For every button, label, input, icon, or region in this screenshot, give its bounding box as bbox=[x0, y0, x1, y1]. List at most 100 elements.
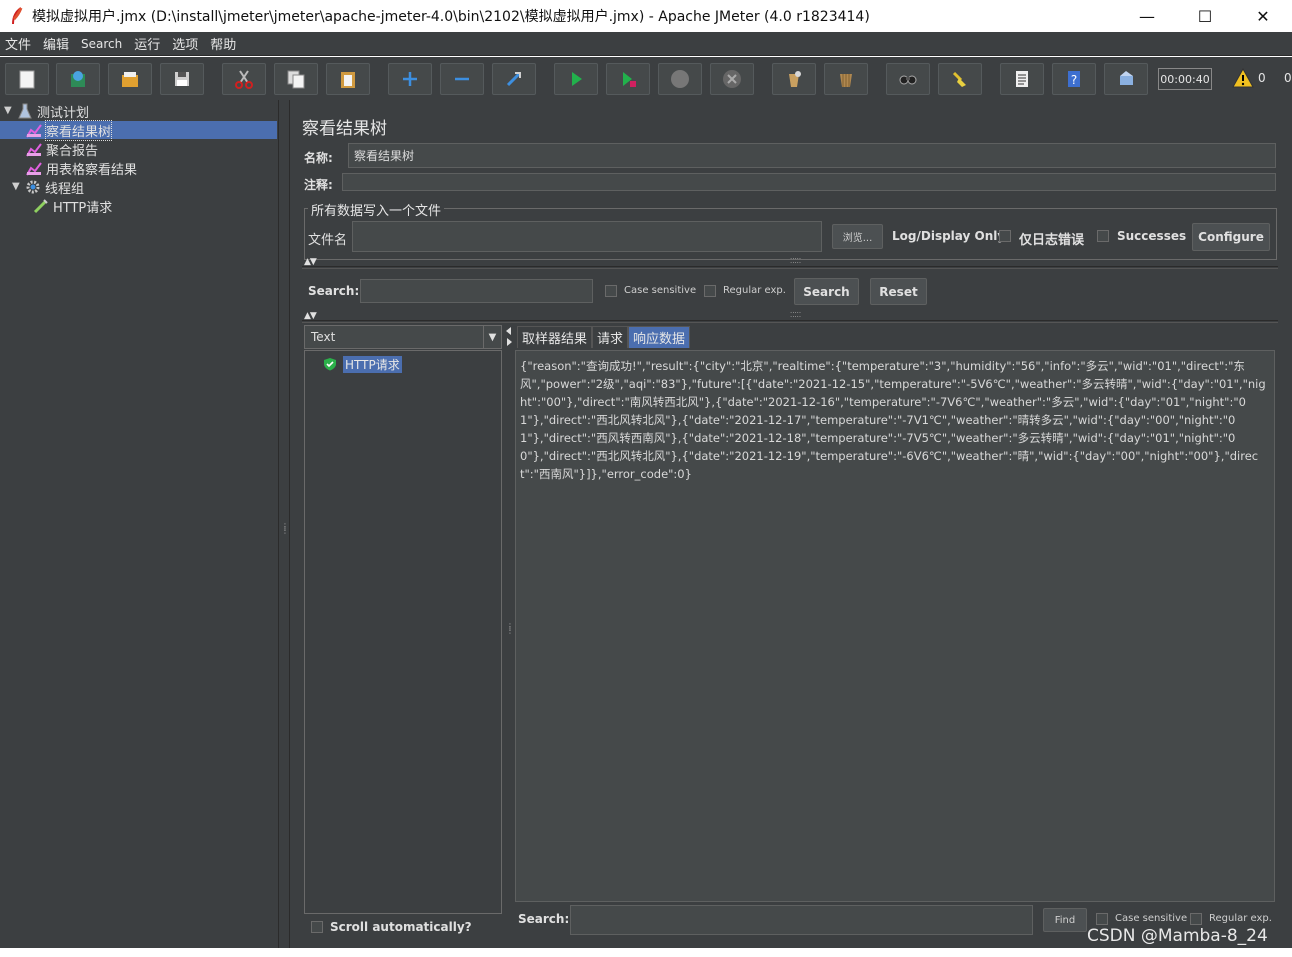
shutdown-icon bbox=[723, 70, 741, 88]
templates-button[interactable] bbox=[56, 63, 100, 95]
tree-node-aggregate-report[interactable]: 聚合报告 bbox=[26, 140, 99, 159]
configure-button[interactable]: Configure bbox=[1192, 223, 1270, 251]
reset-button[interactable]: Reset bbox=[870, 278, 927, 305]
maximize-button[interactable]: ☐ bbox=[1176, 0, 1234, 32]
response-regular-exp-label: Regular exp. bbox=[1209, 913, 1272, 924]
function-helper-button[interactable] bbox=[1000, 63, 1044, 95]
log-display-only-label: Log/Display Only: bbox=[892, 229, 1010, 243]
collapse-all-button[interactable] bbox=[440, 63, 484, 95]
toggle-button[interactable] bbox=[492, 63, 536, 95]
window-bottom-edge bbox=[0, 948, 1292, 957]
menu-file[interactable]: 文件 bbox=[5, 34, 31, 53]
warning-icon[interactable] bbox=[1232, 68, 1254, 88]
comment-input[interactable] bbox=[342, 173, 1276, 191]
shutdown-button[interactable] bbox=[710, 63, 754, 95]
filename-input[interactable] bbox=[352, 221, 822, 252]
reset-search-button[interactable] bbox=[938, 63, 982, 95]
result-item[interactable]: HTTP请求 bbox=[323, 355, 402, 373]
tree-label: 聚合报告 bbox=[46, 143, 99, 159]
new-button[interactable] bbox=[5, 63, 49, 95]
cut-button[interactable] bbox=[222, 63, 266, 95]
menu-bar: 文件 编辑 Search 运行 选项 帮助 bbox=[0, 32, 1292, 56]
renderer-value: Text bbox=[311, 330, 336, 344]
menu-search[interactable]: Search bbox=[81, 37, 122, 51]
help-icon: ? bbox=[1068, 71, 1080, 87]
tree-node-table-results[interactable]: 用表格察看结果 bbox=[26, 159, 138, 178]
chevron-down-icon[interactable]: ▼ bbox=[483, 326, 501, 348]
response-search-input[interactable] bbox=[570, 905, 1033, 935]
splitter-grip[interactable]: ⁚⁚⁚⁚⁚ bbox=[790, 311, 801, 319]
tree-node-view-results-tree[interactable]: 察看结果树 bbox=[0, 119, 277, 141]
start-no-pauses-button[interactable] bbox=[606, 63, 650, 95]
renderer-select[interactable]: Text ▼ bbox=[304, 325, 502, 349]
scroll-auto-label: Scroll automatically? bbox=[330, 920, 472, 934]
tree-label: 线程组 bbox=[45, 181, 85, 197]
error-count: 0 bbox=[1284, 71, 1292, 85]
clear-all-button[interactable] bbox=[824, 63, 868, 95]
tree-node-http-request[interactable]: HTTP请求 bbox=[33, 197, 113, 216]
open-button[interactable] bbox=[108, 63, 152, 95]
file-group-title: 所有数据写入一个文件 bbox=[308, 200, 445, 219]
search-icon bbox=[899, 75, 917, 85]
regular-exp-label: Regular exp. bbox=[723, 285, 786, 296]
tab-response-data[interactable]: 响应数据 bbox=[628, 326, 691, 348]
help-button[interactable]: ? bbox=[1052, 63, 1096, 95]
clear-button[interactable] bbox=[772, 63, 816, 95]
expand-arrow-icon[interactable]: ▼ bbox=[4, 106, 14, 116]
stop-button[interactable] bbox=[658, 63, 702, 95]
tab-sampler-result[interactable]: 取样器结果 bbox=[517, 326, 593, 348]
search-input[interactable] bbox=[360, 279, 593, 303]
clear-icon bbox=[789, 71, 801, 87]
case-sensitive-checkbox[interactable] bbox=[605, 285, 617, 297]
find-button[interactable]: Find bbox=[1043, 908, 1087, 932]
expand-arrow-icon[interactable]: ▼ bbox=[12, 182, 22, 192]
browse-button[interactable]: 浏览... bbox=[832, 224, 883, 249]
test-plan-tree: ▼ 测试计划 察看结果树 聚合报告 用表格察看结果 ▼ 线程组 HTTP请求 bbox=[0, 100, 279, 948]
sample-result-list: HTTP请求 bbox=[304, 350, 502, 914]
tree-label: HTTP请求 bbox=[53, 200, 113, 216]
success-shield-icon bbox=[324, 358, 336, 371]
save-button[interactable] bbox=[160, 63, 204, 95]
menu-run[interactable]: 运行 bbox=[134, 34, 160, 53]
splitter-grip[interactable]: ⁚⁚⁚⁚⁚ bbox=[790, 257, 801, 265]
response-search-label: Search: bbox=[518, 912, 570, 926]
scroll-auto-checkbox[interactable] bbox=[311, 921, 323, 933]
successes-label: Successes bbox=[1117, 229, 1187, 243]
tree-node-thread-group[interactable]: ▼ 线程组 bbox=[12, 178, 85, 197]
menu-help[interactable]: 帮助 bbox=[210, 34, 236, 53]
view-results-tree-panel: 察看结果树 名称: 察看结果树 注释: 所有数据写入一个文件 文件名 浏览...… bbox=[289, 100, 1292, 948]
start-button[interactable] bbox=[554, 63, 598, 95]
search-button[interactable]: Search bbox=[794, 278, 859, 305]
collapse-icon bbox=[455, 77, 469, 81]
errors-only-checkbox[interactable] bbox=[999, 230, 1011, 242]
tab-request[interactable]: 请求 bbox=[592, 326, 629, 348]
close-button[interactable]: ✕ bbox=[1234, 0, 1292, 32]
tree-node-test-plan[interactable]: ▼ 测试计划 bbox=[4, 102, 89, 121]
response-regular-exp-checkbox[interactable] bbox=[1190, 913, 1202, 925]
listener-icon bbox=[26, 124, 42, 138]
menu-options[interactable]: 选项 bbox=[172, 34, 198, 53]
name-label: 名称: bbox=[304, 151, 333, 165]
copy-button[interactable] bbox=[274, 63, 318, 95]
successes-checkbox[interactable] bbox=[1097, 230, 1109, 242]
divider bbox=[302, 266, 1278, 269]
paste-button[interactable] bbox=[326, 63, 370, 95]
expand-all-button[interactable] bbox=[388, 63, 432, 95]
search-button[interactable] bbox=[886, 63, 930, 95]
divider bbox=[302, 320, 1278, 323]
function-helper-icon bbox=[1016, 71, 1028, 87]
results-splitter[interactable]: ⋮ ⋮ bbox=[505, 325, 514, 915]
minimize-button[interactable]: — bbox=[1118, 0, 1176, 32]
elapsed-timer: 00:00:40 bbox=[1158, 68, 1212, 90]
expand-icon bbox=[403, 72, 417, 86]
tree-label: 用表格察看结果 bbox=[46, 162, 138, 178]
menu-edit[interactable]: 编辑 bbox=[43, 34, 69, 53]
main-splitter[interactable]: ⋮ ⋮ bbox=[279, 100, 289, 948]
response-case-sensitive-checkbox[interactable] bbox=[1096, 913, 1108, 925]
remote-button[interactable] bbox=[1104, 63, 1148, 95]
start-no-pause-icon bbox=[623, 72, 636, 87]
name-input[interactable]: 察看结果树 bbox=[348, 143, 1276, 168]
response-body[interactable]: {"reason":"查询成功!","result":{"city":"北京",… bbox=[515, 350, 1275, 902]
regular-exp-checkbox[interactable] bbox=[704, 285, 716, 297]
gear-icon bbox=[26, 180, 40, 194]
